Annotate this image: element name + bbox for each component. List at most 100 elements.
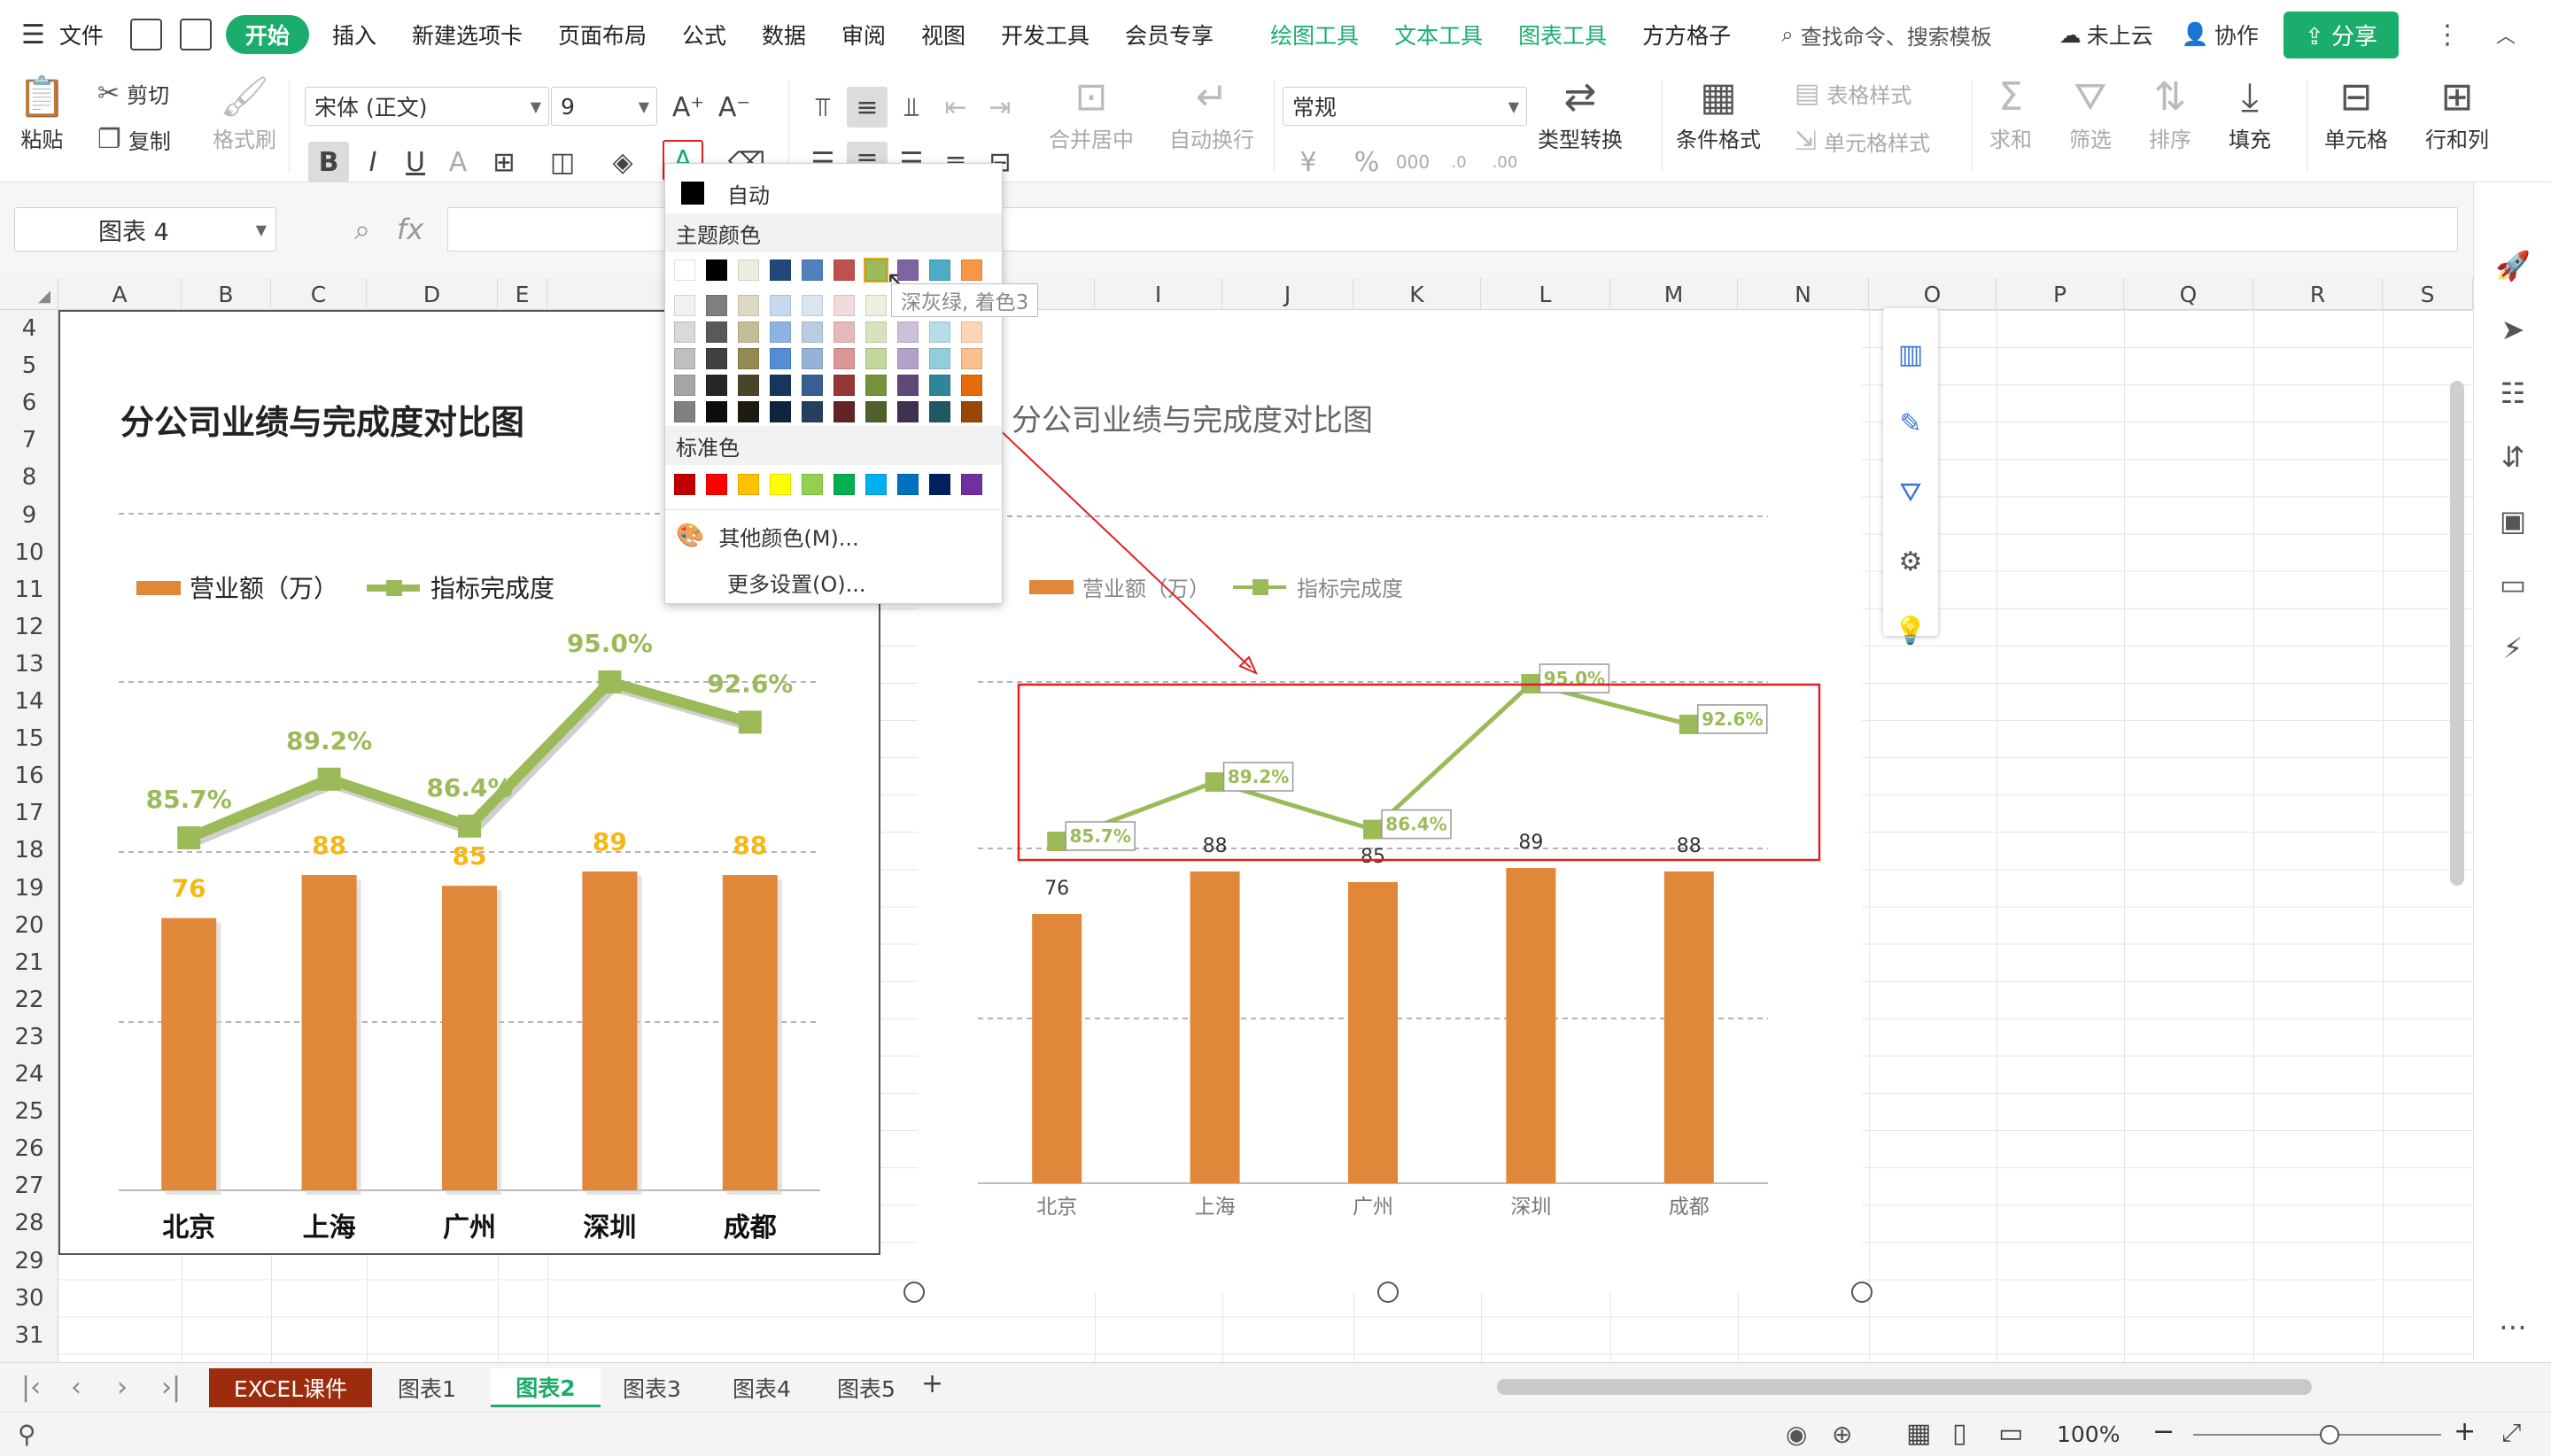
column-header-cell[interactable]: J (1222, 278, 1353, 310)
column-header-cell[interactable]: Q (2124, 278, 2253, 310)
theme-color-swatch[interactable] (770, 295, 791, 316)
standard-color-swatch[interactable] (865, 474, 887, 495)
standard-color-swatch[interactable] (770, 474, 791, 495)
filter-button[interactable]: ⛛ 筛选 (2069, 73, 2112, 153)
percent-icon[interactable]: % (1346, 142, 1387, 182)
share-button[interactable]: ⇪ 分享 (2283, 11, 2399, 58)
theme-color-swatch[interactable] (706, 375, 727, 396)
column-header-cell[interactable]: M (1610, 278, 1738, 310)
collab-button[interactable]: 👤 协作 (2182, 19, 2259, 50)
theme-color-swatch[interactable] (834, 259, 855, 281)
prev-sheet-icon[interactable]: ‹ (71, 1372, 81, 1403)
column-header-cell[interactable]: L (1481, 278, 1610, 310)
table-style-button[interactable]: ▤ 表格样式 (1795, 78, 1911, 109)
theme-color-swatch[interactable] (738, 321, 759, 343)
font-name-select[interactable]: 宋体 (正文) ▼ (305, 87, 549, 126)
theme-color-swatch[interactable] (834, 321, 855, 343)
row-header-cell[interactable]: 5 (0, 347, 58, 384)
resize-handle[interactable] (1377, 1282, 1399, 1303)
theme-color-swatch[interactable] (706, 295, 727, 316)
cell-shade-icon[interactable]: ◫ (542, 142, 583, 182)
theme-color-swatch[interactable] (770, 375, 791, 396)
more-colors-option[interactable]: 🎨 其他颜色(M)... (665, 516, 1002, 555)
copy-button[interactable]: ❐ 复制 (97, 124, 171, 155)
sort-button[interactable]: ⇅ 排序 (2149, 73, 2191, 153)
theme-color-swatch[interactable] (897, 401, 919, 422)
theme-color-swatch[interactable] (961, 401, 982, 422)
row-header-cell[interactable]: 27 (0, 1167, 58, 1204)
tab-drawing-tools[interactable]: 绘图工具 (1252, 0, 1376, 69)
fill-button[interactable]: ⤓ 填充 (2229, 73, 2271, 153)
theme-color-swatch[interactable] (770, 321, 791, 343)
cursor-icon[interactable]: ➤ (2493, 310, 2532, 349)
theme-color-swatch[interactable] (897, 375, 919, 396)
theme-color-swatch[interactable] (770, 259, 791, 281)
theme-color-swatch[interactable] (834, 348, 855, 369)
sheet-tab[interactable]: EXCEL课件 (209, 1368, 372, 1407)
convert-panel-icon[interactable]: ⇵ (2493, 438, 2532, 476)
resize-handle[interactable] (1851, 1282, 1873, 1303)
row-header-cell[interactable]: 20 (0, 907, 58, 944)
row-header-cell[interactable]: 23 (0, 1018, 58, 1056)
rocket-icon[interactable]: 🚀 (2493, 246, 2532, 285)
theme-color-swatch[interactable] (929, 259, 950, 281)
first-sheet-icon[interactable]: |‹ (21, 1372, 41, 1403)
merge-center-button[interactable]: ⊡ 合并居中 (1049, 73, 1134, 153)
fx-icon[interactable]: fx (397, 213, 423, 247)
sheet-tab[interactable]: 图表5 (811, 1368, 921, 1407)
row-header-cell[interactable]: 8 (0, 459, 58, 496)
color-auto-option[interactable]: 自动 (665, 173, 1002, 213)
paste-button[interactable]: 📋 粘贴 (18, 73, 66, 153)
next-sheet-icon[interactable]: › (117, 1372, 128, 1403)
lightning-icon[interactable]: ⚡ (2493, 629, 2532, 668)
theme-color-swatch[interactable] (929, 321, 950, 343)
standard-color-swatch[interactable] (674, 474, 695, 495)
menu-item[interactable]: 会员专享 (1107, 0, 1231, 69)
border-icon[interactable]: ⊞ (484, 142, 524, 182)
row-header-cell[interactable]: 13 (0, 646, 58, 683)
row-header-cell[interactable]: 7 (0, 422, 58, 459)
theme-color-swatch[interactable] (961, 259, 982, 281)
name-box[interactable]: 图表 4 ▼ (14, 207, 276, 252)
theme-color-swatch[interactable] (961, 321, 982, 343)
underline-icon[interactable]: U (395, 142, 436, 182)
row-header-cell[interactable]: 31 (0, 1317, 58, 1354)
theme-color-swatch[interactable] (674, 348, 695, 369)
more-settings-option[interactable]: 更多设置(O)... (665, 562, 1002, 601)
standard-color-swatch[interactable] (802, 474, 823, 495)
theme-color-swatch[interactable] (897, 321, 919, 343)
theme-color-swatch[interactable] (834, 295, 855, 316)
row-header-cell[interactable]: 25 (0, 1093, 58, 1130)
theme-color-swatch[interactable] (865, 401, 887, 422)
theme-color-swatch[interactable] (674, 259, 695, 281)
eye-protect-icon[interactable]: ◉ (1786, 1420, 1807, 1449)
select-all-corner[interactable]: ◢ (0, 278, 58, 310)
theme-color-swatch[interactable] (674, 375, 695, 396)
theme-color-swatch[interactable] (929, 348, 950, 369)
theme-color-swatch[interactable] (865, 375, 887, 396)
row-header-cell[interactable]: 14 (0, 683, 58, 720)
fill-color-icon[interactable]: ◈ (602, 142, 643, 182)
row-header-cell[interactable]: 12 (0, 608, 58, 646)
align-middle-icon[interactable]: ≡ (847, 87, 888, 128)
bold-icon[interactable]: B (308, 142, 349, 182)
row-header-cell[interactable]: 17 (0, 794, 58, 832)
cloud-button[interactable]: ☁ 未上云 (2059, 19, 2153, 50)
theme-color-swatch[interactable] (802, 401, 823, 422)
standard-color-swatch[interactable] (929, 474, 950, 495)
theme-color-swatch[interactable] (865, 348, 887, 369)
theme-color-swatch[interactable] (802, 295, 823, 316)
type-convert-button[interactable]: ⇄ 类型转换 (1538, 73, 1623, 153)
standard-color-swatch[interactable] (897, 474, 919, 495)
theme-color-swatch[interactable] (674, 295, 695, 316)
menu-item[interactable]: 审阅 (824, 0, 903, 69)
cell-style-button[interactable]: ⇲ 单元格样式 (1795, 126, 1930, 157)
theme-color-swatch[interactable] (929, 375, 950, 396)
row-col-button[interactable]: ⊞ 行和列 (2425, 73, 2489, 153)
conditional-format-button[interactable]: ▦ 条件格式 (1676, 73, 1761, 153)
italic-icon[interactable]: I (353, 142, 393, 182)
theme-color-swatch[interactable] (674, 321, 695, 343)
macro-icon[interactable]: ⚲ (18, 1420, 36, 1449)
zoom-icon[interactable]: ⌕ (354, 213, 370, 247)
theme-color-swatch[interactable] (929, 401, 950, 422)
